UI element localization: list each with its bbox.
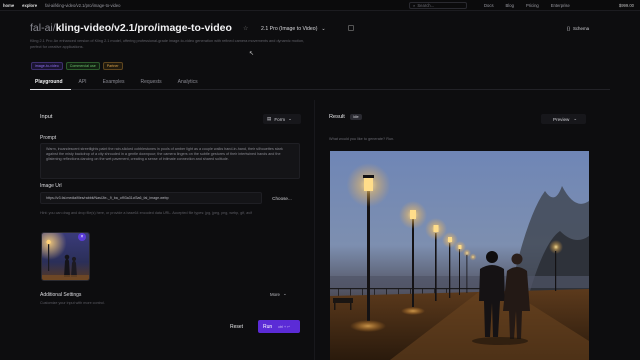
tab-examples[interactable]: Examples <box>95 76 133 90</box>
nav-docs[interactable]: Docs <box>484 3 494 8</box>
version-select[interactable]: 2.1 Pro (Image to Video) ⌄ <box>257 23 330 34</box>
panel-divider <box>314 100 315 360</box>
badge-commercial: Commercial use <box>65 62 100 71</box>
additional-settings-hint: Customize your input with more control. <box>40 301 105 305</box>
remove-image-icon[interactable]: × <box>78 233 86 241</box>
home-link[interactable]: home <box>3 3 14 8</box>
top-bar: home explore fal-ai/kling-video/v2.1/pro… <box>0 0 640 11</box>
model-description: Kling 2.1 Pro: An enhanced version of Kl… <box>30 39 305 49</box>
version-select-label: 2.1 Pro (Image to Video) <box>261 25 318 32</box>
preview-select[interactable]: Preview ⌄ <box>541 114 586 124</box>
chevron-down-icon: ⌄ <box>283 291 287 296</box>
more-settings-button[interactable]: More ⌄ <box>270 291 287 297</box>
model-name: kling-video/v2.1/pro/image-to-video <box>55 22 232 34</box>
chevron-down-icon: ⌄ <box>573 116 578 121</box>
run-button[interactable]: Run ctrl + ↵ <box>258 320 300 333</box>
result-header: Result Idle <box>329 114 362 120</box>
result-meta: What would you like to generate? Run. <box>329 137 395 141</box>
nav-enterprise[interactable]: Enterprise <box>551 3 570 8</box>
form-icon: ▤ <box>267 116 272 121</box>
model-owner[interactable]: fal-ai/ <box>30 22 56 34</box>
tab-bar: Playground API Examples Requests Analyti… <box>30 76 610 90</box>
top-nav: Docs Blog Pricing Enterprise <box>484 3 570 8</box>
search-icon: ⌕ <box>413 3 416 8</box>
tab-requests[interactable]: Requests <box>133 76 170 90</box>
tab-analytics[interactable]: Analytics <box>170 76 206 90</box>
search-input[interactable]: ⌕ Search... <box>409 2 467 9</box>
explore-link[interactable]: explore <box>22 3 37 8</box>
schema-button[interactable]: {} Schema <box>563 23 593 33</box>
input-title: Input <box>40 114 53 120</box>
status-badge: Idle <box>349 114 362 120</box>
page-title: fal-ai/kling-video/v2.1/pro/image-to-vid… <box>30 22 232 34</box>
star-icon[interactable]: ☆ <box>243 25 248 32</box>
mouse-cursor-icon: ↖ <box>249 51 255 57</box>
run-shortcut: ctrl + ↵ <box>278 324 291 329</box>
copy-icon[interactable] <box>348 25 354 31</box>
credit-balance[interactable]: $999.00 <box>619 3 634 8</box>
more-label: More <box>270 291 281 297</box>
additional-settings-title: Additional Settings <box>40 292 82 298</box>
nav-pricing[interactable]: Pricing <box>526 3 539 8</box>
schema-label: Schema <box>572 25 590 31</box>
result-title: Result <box>329 114 345 120</box>
choose-file-button[interactable]: Choose... <box>264 192 300 204</box>
image-url-label: Image Url <box>40 183 62 189</box>
nav-blog[interactable]: Blog <box>506 3 514 8</box>
run-label: Run <box>263 323 273 330</box>
breadcrumb[interactable]: fal-ai/kling-video/v2.1/pro/image-to-vid… <box>45 3 120 8</box>
form-select[interactable]: ▤ Form ⌄ <box>263 114 301 124</box>
code-icon: {} <box>567 25 570 31</box>
tab-api[interactable]: API <box>71 76 95 90</box>
preview-label: Preview <box>553 116 570 122</box>
chevron-down-icon: ⌄ <box>288 116 292 121</box>
reset-button[interactable]: Reset <box>230 321 243 332</box>
chevron-down-icon: ⌄ <box>321 25 326 32</box>
tab-playground[interactable]: Playground <box>30 76 71 90</box>
image-url-input[interactable]: https://v3.fal.media/files/rabbit/NaslJI… <box>40 192 262 204</box>
search-placeholder: Search... <box>417 3 435 8</box>
upload-hint: Hint: you can drag and drop file(s) here… <box>40 211 252 215</box>
badge-partner: Partner <box>102 62 123 71</box>
result-video-preview[interactable] <box>330 151 589 360</box>
badge-category: image-to-video <box>31 62 63 71</box>
badge-row: image-to-video Commercial use Partner <box>31 62 123 71</box>
prompt-label: Prompt <box>40 135 57 141</box>
form-select-label: Form <box>274 116 286 122</box>
prompt-textarea[interactable]: Warm, incandescent streetlights paint th… <box>40 143 300 179</box>
